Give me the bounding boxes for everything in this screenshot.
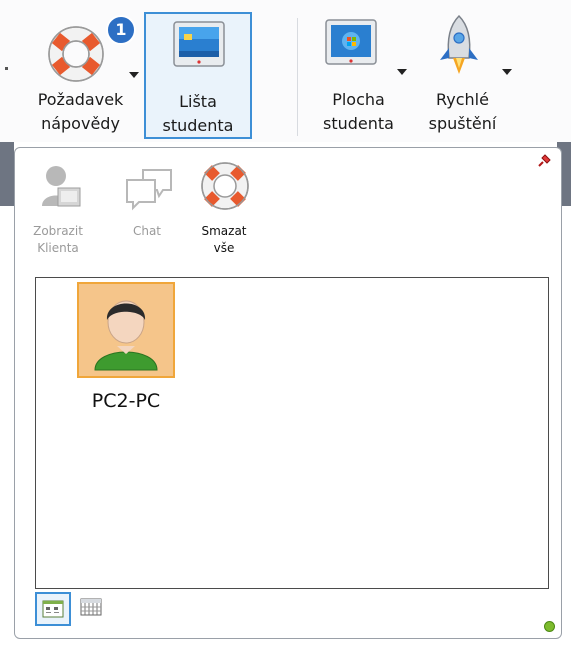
student-bar-panel: Zobrazit Klienta Chat Smazat vše PC2-PC bbox=[14, 147, 562, 639]
chat-icon bbox=[126, 169, 172, 211]
ribbon-toolbar: 1 Požadavek nápovědy Lišta studenta Ploc… bbox=[0, 0, 571, 142]
user-avatar-icon bbox=[94, 300, 158, 371]
client-list[interactable]: PC2-PC bbox=[35, 277, 549, 589]
student-desktop-label: Plocha studenta bbox=[323, 90, 394, 133]
monitor-icon bbox=[173, 21, 225, 67]
clear-all-label: Smazat vše bbox=[201, 224, 247, 255]
monitor-desktop-icon bbox=[325, 19, 377, 65]
help-request-label: Požadavek nápovědy bbox=[37, 90, 124, 133]
large-icons-view-button[interactable] bbox=[35, 592, 71, 626]
quick-launch-label: Rychlé spuštění bbox=[428, 90, 497, 133]
ribbon-overflow-marker bbox=[5, 67, 8, 70]
view-client-label: Zobrazit Klienta bbox=[33, 224, 83, 255]
lifebuoy-icon bbox=[48, 26, 104, 82]
help-request-button[interactable]: 1 Požadavek nápovědy bbox=[18, 12, 143, 139]
student-desktop-button[interactable]: Plocha studenta bbox=[306, 12, 411, 139]
rocket-icon bbox=[440, 14, 478, 74]
large-icons-view-icon bbox=[42, 600, 64, 618]
details-view-icon bbox=[80, 598, 102, 616]
chevron-down-icon[interactable] bbox=[397, 69, 407, 75]
ribbon-separator bbox=[297, 18, 298, 136]
view-client-icon bbox=[42, 166, 81, 207]
status-indicator bbox=[544, 621, 555, 632]
quick-launch-button[interactable]: Rychlé spuštění bbox=[410, 12, 515, 139]
client-name: PC2-PC bbox=[91, 390, 161, 412]
notification-badge: 1 bbox=[106, 15, 136, 45]
student-bar-label: Lišta studenta bbox=[162, 92, 234, 135]
window-edge-left bbox=[0, 142, 14, 206]
client-tile[interactable] bbox=[77, 282, 175, 378]
chevron-down-icon[interactable] bbox=[129, 72, 139, 78]
client-item[interactable]: PC2-PC bbox=[76, 282, 176, 412]
chat-label: Chat bbox=[132, 224, 162, 238]
details-view-button[interactable] bbox=[73, 592, 109, 626]
pin-icon[interactable] bbox=[535, 152, 553, 170]
lifebuoy-icon bbox=[201, 162, 249, 210]
student-bar-button[interactable]: Lišta studenta bbox=[144, 12, 252, 139]
chevron-down-icon[interactable] bbox=[502, 69, 512, 75]
